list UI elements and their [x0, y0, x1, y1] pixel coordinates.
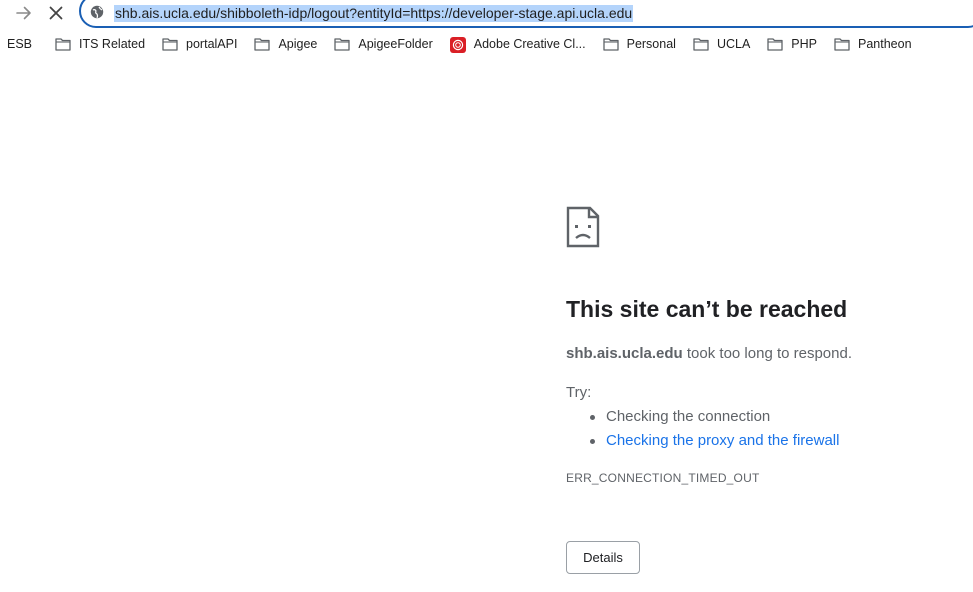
folder-icon — [55, 37, 71, 51]
bookmark-label: Pantheon — [858, 37, 912, 51]
folder-icon — [162, 37, 178, 51]
details-button[interactable]: Details — [566, 541, 640, 574]
bookmark-item[interactable]: Pantheon — [834, 32, 912, 56]
folder-icon — [693, 37, 709, 51]
bookmark-item[interactable]: portalAPI — [162, 32, 237, 56]
sad-page-icon — [566, 206, 600, 248]
site-info-icon[interactable] — [90, 5, 104, 19]
adobe-creative-cloud-icon — [449, 37, 466, 53]
close-icon — [49, 6, 63, 20]
bookmark-item[interactable]: Personal — [602, 32, 676, 56]
browser-toolbar: shb.ais.ucla.edu/shibboleth-idp/logout?e… — [0, 0, 973, 28]
bookmark-item[interactable]: Adobe Creative Cl... — [449, 32, 586, 56]
bookmark-item[interactable]: UCLA — [693, 32, 750, 56]
bookmark-label: ESB — [7, 37, 33, 51]
bookmark-label: Apigee — [278, 37, 318, 51]
bookmark-label: portalAPI — [186, 37, 238, 51]
try-label: Try: — [566, 384, 592, 401]
bookmark-item[interactable]: ESB — [7, 32, 32, 56]
error-code: ERR_CONNECTION_TIMED_OUT — [566, 471, 760, 485]
bookmark-item[interactable]: PHP — [767, 32, 817, 56]
bookmark-label: PHP — [791, 37, 817, 51]
bookmark-label: Adobe Creative Cl... — [473, 37, 586, 51]
suggestion-check-proxy-link[interactable]: Checking the proxy and the firewall — [586, 429, 839, 453]
url-text[interactable]: shb.ais.ucla.edu/shibboleth-idp/logout?e… — [114, 5, 634, 22]
bookmark-item[interactable]: Apigee — [254, 32, 317, 56]
arrow-right-icon — [16, 6, 31, 20]
folder-icon — [767, 37, 783, 51]
address-bar[interactable]: shb.ais.ucla.edu/shibboleth-idp/logout?e… — [79, 0, 973, 28]
bookmark-item[interactable]: ITS Related — [55, 32, 145, 56]
folder-icon — [834, 37, 850, 51]
error-host: shb.ais.ucla.edu — [566, 345, 683, 362]
bookmark-label: ITS Related — [79, 37, 146, 51]
suggestion-list: Checking the connection Checking the pro… — [586, 405, 839, 453]
folder-icon — [254, 37, 271, 51]
folder-icon — [602, 37, 619, 51]
folder-icon — [334, 37, 351, 51]
suggestion-check-connection: Checking the connection — [586, 405, 839, 429]
forward-button[interactable] — [12, 1, 36, 25]
bookmark-label: Personal — [626, 37, 676, 51]
error-message: shb.ais.ucla.edu took too long to respon… — [566, 345, 852, 362]
bookmark-item[interactable]: ApigeeFolder — [334, 32, 433, 56]
bookmarks-bar: ESB ITS Related portalAPI Apigee ApigeeFolde… — [0, 32, 973, 56]
bookmark-label: UCLA — [716, 37, 751, 51]
error-title: This site can’t be reached — [566, 296, 848, 322]
stop-loading-button[interactable] — [44, 1, 68, 25]
bookmark-label: ApigeeFolder — [358, 37, 433, 51]
error-message-suffix: took too long to respond. — [682, 345, 853, 362]
